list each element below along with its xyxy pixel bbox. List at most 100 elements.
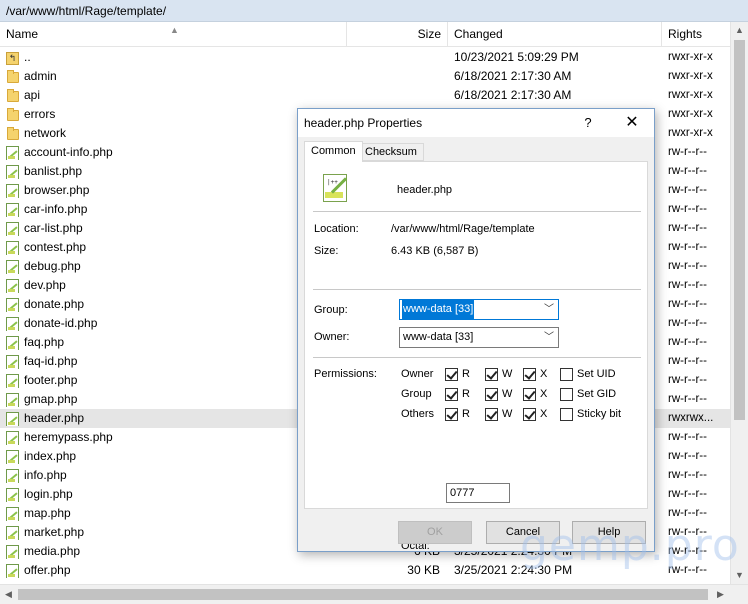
column-header-changed[interactable]: Changed (448, 22, 662, 47)
folder-icon (5, 107, 20, 122)
file-rights: rw-r--r-- (668, 336, 707, 348)
permission-x-checkbox[interactable] (523, 408, 536, 421)
php-file-icon (5, 373, 20, 388)
file-name: car-info.php (24, 202, 88, 216)
scroll-left-icon[interactable]: ◀ (0, 585, 17, 604)
permission-r-checkbox[interactable] (445, 368, 458, 381)
file-size (350, 67, 440, 86)
column-header-size[interactable]: Size (347, 22, 448, 47)
file-row[interactable]: ↰.. 10/23/2021 5:09:29 PM rwxr-xr-x (0, 48, 730, 67)
file-rights: rw-r--r-- (668, 260, 707, 272)
file-rights: rwxr-xr-x (668, 89, 713, 101)
scroll-right-icon[interactable]: ▶ (712, 585, 729, 604)
permission-w-checkbox[interactable] (485, 408, 498, 421)
permission-r-label: R (462, 368, 470, 380)
file-changed: 6/18/2021 2:17:30 AM (454, 88, 572, 102)
file-rights: rw-r--r-- (668, 146, 707, 158)
php-file-icon (5, 487, 20, 502)
location-value: /var/www/html/Rage/template (391, 223, 535, 235)
permission-r-checkbox[interactable] (445, 388, 458, 401)
php-file-icon (5, 202, 20, 217)
size-value: 6.43 KB (6,587 B) (391, 245, 479, 257)
divider (313, 357, 641, 358)
php-file-icon (5, 544, 20, 559)
file-rights: rw-r--r-- (668, 393, 707, 405)
file-rights: rwxrwx... (668, 412, 714, 424)
group-select[interactable]: www-data [33] ﹀ (399, 299, 559, 320)
tab-checksum[interactable]: Checksum (358, 143, 424, 161)
permission-x-label: X (540, 388, 548, 400)
file-rights: rw-r--r-- (668, 165, 707, 177)
permission-w-label: W (502, 408, 513, 420)
permission-w-checkbox[interactable] (485, 368, 498, 381)
file-rights: rw-r--r-- (668, 317, 707, 329)
path-bar[interactable]: /var/www/html/Rage/template/ (0, 0, 748, 22)
sort-ascending-icon: ▲ (170, 25, 179, 35)
permissions-label: Permissions: (314, 368, 377, 380)
owner-select[interactable]: www-data [33] ﹀ (399, 327, 559, 348)
file-row[interactable]: api 6/18/2021 2:17:30 AM rwxr-xr-x (0, 86, 730, 105)
horizontal-scrollbar[interactable]: ◀ ▶ (0, 584, 748, 604)
file-rights: rwxr-xr-x (668, 127, 713, 139)
scroll-up-icon[interactable]: ▲ (731, 22, 748, 39)
perm-row-label: Others (401, 408, 435, 420)
permission-r-checkbox[interactable] (445, 408, 458, 421)
file-size (350, 86, 440, 105)
special-permission-checkbox[interactable] (560, 408, 573, 421)
parent-folder-icon: ↰ (5, 50, 20, 65)
permission-w-checkbox[interactable] (485, 388, 498, 401)
file-name: car-list.php (24, 221, 83, 235)
file-row[interactable]: admin 6/18/2021 2:17:30 AM rwxr-xr-x (0, 67, 730, 86)
file-rights: rw-r--r-- (668, 279, 707, 291)
file-name: browser.php (24, 183, 90, 197)
special-permission-checkbox[interactable] (560, 368, 573, 381)
scroll-thumb[interactable] (734, 40, 745, 420)
dialog-titlebar[interactable]: header.php Properties ? ✕ (298, 109, 654, 137)
folder-icon (5, 88, 20, 103)
file-size (350, 48, 440, 67)
php-file-icon (5, 316, 20, 331)
path-text: /var/www/html/Rage/template/ (6, 4, 167, 18)
chevron-down-icon: ﹀ (544, 304, 554, 315)
file-rights: rw-r--r-- (668, 469, 707, 481)
file-name: network (24, 126, 67, 140)
column-header-rights[interactable]: Rights (662, 22, 730, 47)
file-name: map.php (24, 506, 71, 520)
file-name: faq-id.php (24, 354, 78, 368)
file-rights: rwxr-xr-x (668, 70, 713, 82)
group-label: Group: (314, 304, 348, 316)
php-file-icon: |++ (321, 172, 351, 204)
permission-x-checkbox[interactable] (523, 368, 536, 381)
perm-row-label: Owner (401, 368, 434, 380)
file-name: header.php (397, 184, 453, 196)
octal-input[interactable]: 0777 (446, 483, 510, 503)
location-label: Location: (314, 223, 359, 235)
close-icon[interactable]: ✕ (620, 111, 644, 135)
file-rights: rw-r--r-- (668, 431, 707, 443)
scroll-thumb-horizontal[interactable] (18, 589, 708, 600)
php-file-icon (5, 240, 20, 255)
divider (313, 211, 641, 212)
divider (313, 289, 641, 290)
column-header-name[interactable]: Name ▲ (0, 22, 347, 47)
ok-button[interactable]: OK (398, 521, 472, 544)
folder-icon (5, 69, 20, 84)
php-file-icon (5, 392, 20, 407)
php-file-icon (5, 563, 20, 578)
help-icon[interactable]: ? (578, 113, 598, 133)
permission-x-checkbox[interactable] (523, 388, 536, 401)
special-permission-checkbox[interactable] (560, 388, 573, 401)
file-name: donate.php (24, 297, 85, 311)
file-name: faq.php (24, 335, 65, 349)
php-file-icon (5, 335, 20, 350)
column-header: Name ▲ Size Changed Rights (0, 22, 730, 47)
file-name: info.php (24, 468, 67, 482)
tab-common[interactable]: Common (304, 141, 363, 162)
tab-panel-common: |++ header.php Location: /var/www/html/R… (304, 161, 648, 552)
permission-x-label: X (540, 368, 548, 380)
file-name: header.php (24, 411, 85, 425)
file-name: gmap.php (24, 392, 78, 406)
vertical-scrollbar[interactable]: ▲ ▼ (730, 22, 748, 584)
php-file-icon (5, 145, 20, 160)
file-name: footer.php (24, 373, 78, 387)
